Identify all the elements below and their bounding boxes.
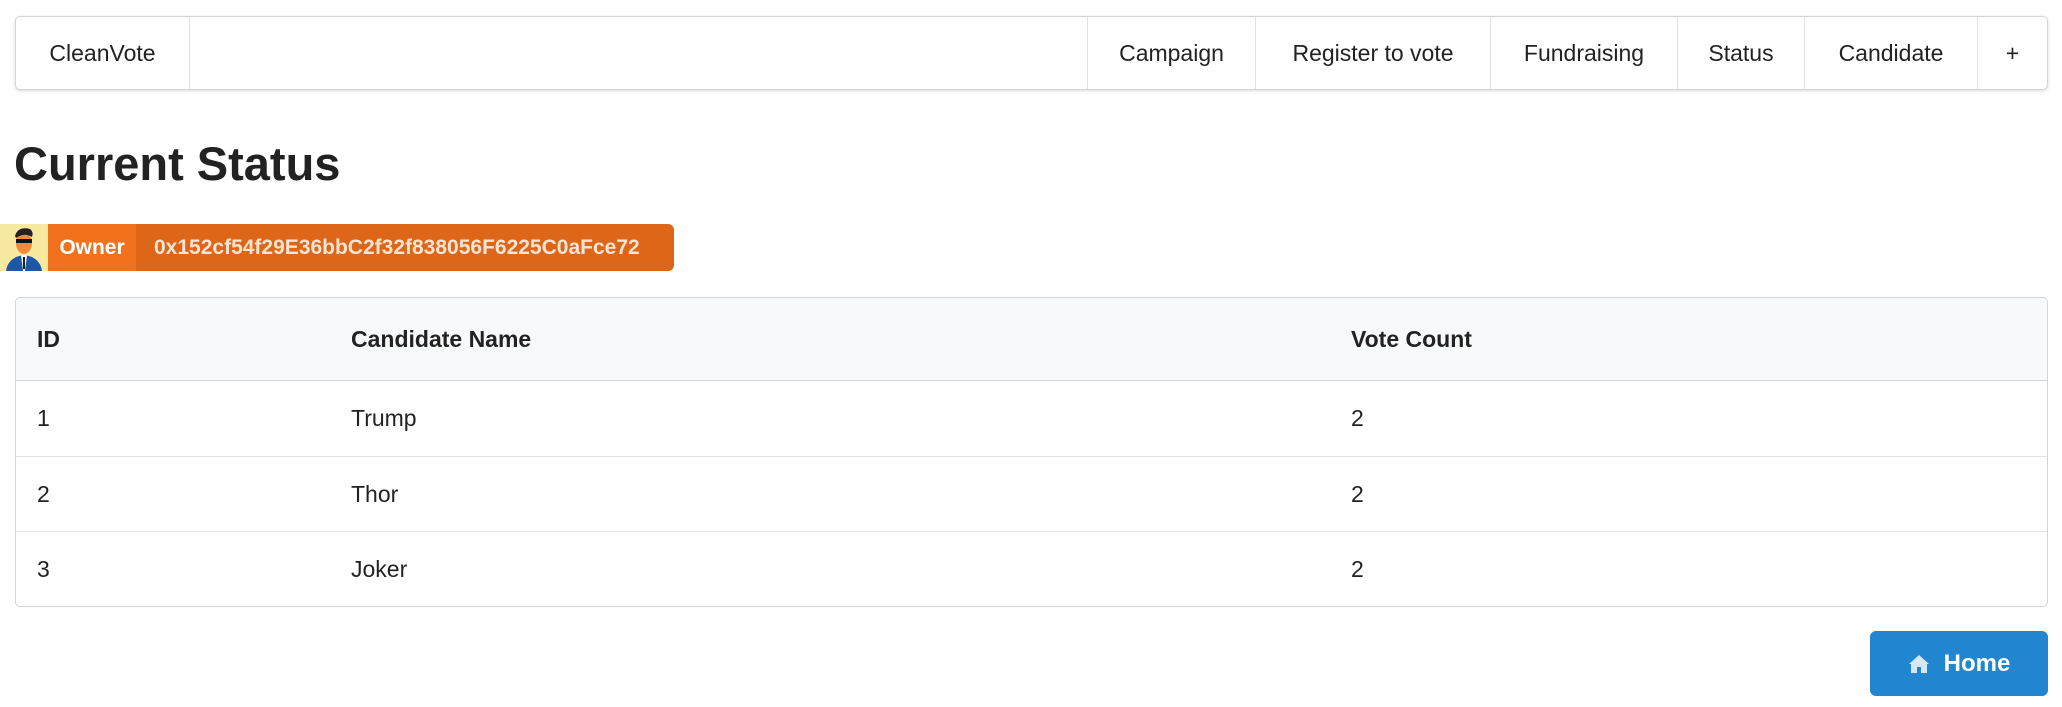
table-header-row: ID Candidate Name Vote Count: [16, 298, 2047, 381]
cell-name: Thor: [330, 456, 1330, 531]
page-title: Current Status: [14, 137, 341, 190]
owner-badge: Owner 0x152cf54f29E36bbC2f32f838056F6225…: [0, 224, 674, 271]
nav-fundraising[interactable]: Fundraising: [1490, 17, 1677, 89]
header-name: Candidate Name: [330, 298, 1330, 381]
cell-votes: 2: [1330, 456, 2047, 531]
nav-add[interactable]: +: [1977, 17, 2047, 89]
candidates-table: ID Candidate Name Vote Count 1 Trump 2 2 Th…: [15, 297, 2048, 607]
nav-campaign[interactable]: Campaign: [1087, 17, 1255, 89]
cell-votes: 2: [1330, 531, 2047, 606]
cell-id: 2: [16, 456, 330, 531]
header-votes: Vote Count: [1330, 298, 2047, 381]
nav-register[interactable]: Register to vote: [1255, 17, 1490, 89]
owner-label: Owner: [48, 224, 136, 271]
nav-status[interactable]: Status: [1677, 17, 1804, 89]
cell-votes: 2: [1351, 405, 1364, 431]
home-icon: [1908, 654, 1929, 673]
nav-candidate[interactable]: Candidate: [1804, 17, 1977, 89]
nav-brand[interactable]: CleanVote: [16, 17, 190, 89]
cell-name: Joker: [330, 531, 1330, 606]
owner-address: 0x152cf54f29E36bbC2f32f838056F6225C0aFce…: [136, 224, 674, 271]
home-label: Home: [1943, 649, 2011, 677]
header-id: ID: [16, 298, 330, 381]
cell-name: Trump: [351, 405, 417, 431]
home-button[interactable]: Home: [1870, 631, 2048, 696]
top-nav: CleanVote Campaign Register to vote Fund…: [15, 16, 2048, 90]
cell-id: 3: [16, 531, 330, 606]
table-row: 3 Joker 2: [16, 531, 2047, 606]
cell-id: 1: [37, 405, 50, 431]
table-row: 2 Thor 2: [16, 456, 2047, 531]
avatar: [0, 224, 48, 271]
table-row: 1 Trump 2: [16, 381, 2047, 456]
